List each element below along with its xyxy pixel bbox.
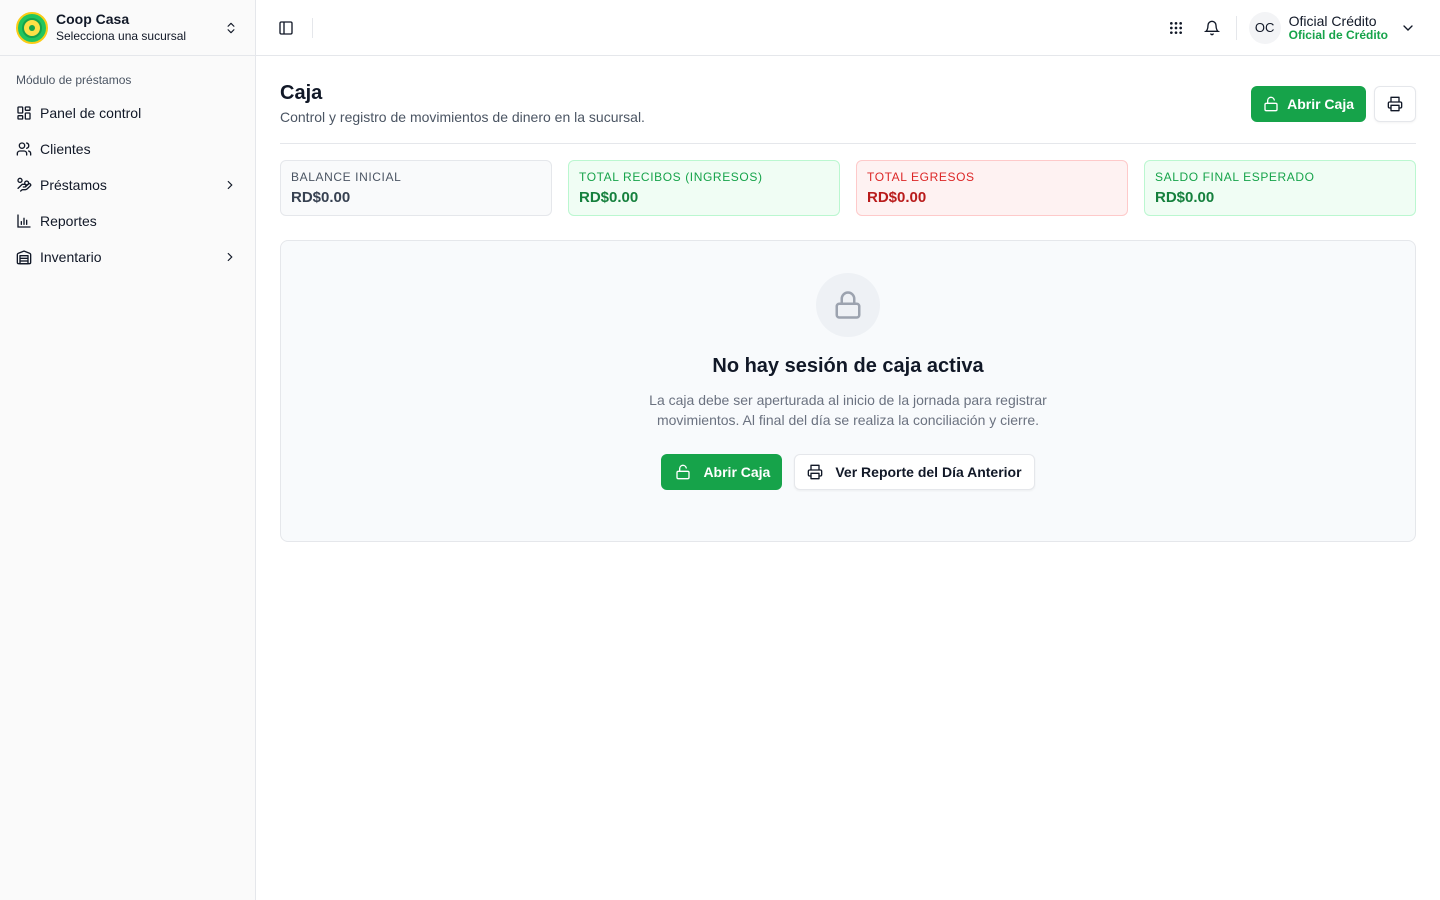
sidebar-item-label: Inventario (40, 249, 102, 265)
stat-label: Total Recibos (Ingresos) (579, 170, 763, 184)
sidebar-item-prestamos[interactable]: Préstamos (0, 167, 255, 203)
empty-state-title: No hay sesión de caja activa (712, 355, 984, 377)
sidebar-toggle-button[interactable] (272, 14, 300, 42)
coop-logo (16, 11, 48, 44)
lock-icon (835, 291, 861, 319)
stat-value: RD$0.00 (1155, 189, 1215, 206)
empty-state: No hay sesión de caja activa La caja deb… (280, 240, 1416, 542)
empty-open-cash-button[interactable]: Abrir Caja (661, 454, 783, 490)
branch-switcher[interactable]: Coop Casa Selecciona una sucursal (0, 0, 255, 56)
main-content: Caja Control y registro de movimientos d… (280, 56, 1416, 542)
page-title: Caja (280, 82, 323, 104)
warehouse-icon (16, 250, 32, 265)
sidebar-item-label: Préstamos (40, 177, 107, 193)
notifications-button[interactable] (1196, 12, 1228, 44)
user-name: Oficial Crédito (1288, 12, 1377, 29)
avatar: OC (1248, 11, 1281, 44)
sidebar-item-label: Clientes (40, 141, 91, 157)
grid-icon (1169, 21, 1182, 34)
bell-icon (1203, 20, 1220, 35)
lock-open-icon (1264, 96, 1278, 112)
lock-open-icon (676, 464, 691, 480)
bar-chart-icon (17, 214, 31, 228)
empty-open-cash-label: Abrir Caja (703, 464, 771, 480)
user-menu[interactable]: OC Oficial Crédito Oficial de Crédito (1248, 11, 1416, 44)
printer-icon (808, 464, 823, 480)
stat-card-saldo-final: Saldo Final Esperado RD$0.00 (1144, 160, 1416, 216)
stat-card-total-recibos: Total Recibos (Ingresos) RD$0.00 (568, 160, 840, 216)
hand-coins-icon (17, 177, 32, 192)
open-cash-label: Abrir Caja (1287, 96, 1354, 112)
stat-label: Balance Inicial (291, 170, 402, 184)
chevrons-up-down-icon (223, 20, 239, 36)
sidebar-section-label: Módulo de préstamos (16, 73, 132, 87)
sidebar-item-reportes[interactable]: Reportes (0, 203, 255, 239)
stat-label: Saldo Final Esperado (1155, 170, 1315, 184)
stat-value: RD$0.00 (579, 189, 639, 206)
stat-label: Total Egresos (867, 170, 975, 184)
divider (1235, 15, 1237, 40)
stat-value: RD$0.00 (867, 189, 927, 206)
print-button[interactable] (1374, 86, 1416, 122)
sidebar-item-label: Reportes (40, 213, 97, 229)
lock-icon-container (816, 273, 880, 337)
stats-row: Balance Inicial RD$0.00 Total Recibos (I… (280, 160, 1416, 216)
stat-card-balance-inicial: Balance Inicial RD$0.00 (280, 160, 552, 216)
printer-icon (1387, 96, 1403, 112)
chevron-right-icon (227, 180, 233, 190)
dashboard-icon (17, 106, 31, 120)
stat-card-total-egresos: Total Egresos RD$0.00 (856, 160, 1128, 216)
brand-name: Coop Casa (56, 11, 130, 28)
sidebar-item-inventario[interactable]: Inventario (0, 239, 255, 275)
sidebar: Coop Casa Selecciona una sucursal Módulo… (0, 0, 256, 900)
chevron-right-icon (227, 252, 233, 262)
users-icon (16, 142, 32, 156)
sidebar-item-panel-de-control[interactable]: Panel de control (0, 95, 255, 131)
user-role: Oficial de Crédito (1288, 27, 1388, 42)
open-cash-button[interactable]: Abrir Caja (1251, 86, 1366, 122)
stat-value: RD$0.00 (291, 189, 351, 206)
chevron-down-icon (1403, 24, 1413, 31)
previous-day-report-button[interactable]: Ver Reporte del Día Anterior (794, 454, 1035, 490)
apps-button[interactable] (1160, 12, 1192, 44)
previous-day-report-label: Ver Reporte del Día Anterior (835, 464, 1022, 480)
panel-left-icon (279, 20, 293, 35)
brand-subtitle: Selecciona una sucursal (56, 29, 187, 44)
page-header: Caja Control y registro de movimientos d… (280, 56, 1416, 144)
empty-state-description: La caja debe ser aperturada al inicio de… (649, 392, 1047, 428)
top-bar: OC Oficial Crédito Oficial de Crédito (256, 0, 1440, 56)
page-subtitle: Control y registro de movimientos de din… (280, 109, 645, 125)
sidebar-item-clientes[interactable]: Clientes (0, 131, 255, 167)
sidebar-item-label: Panel de control (40, 105, 142, 121)
divider (312, 17, 313, 38)
